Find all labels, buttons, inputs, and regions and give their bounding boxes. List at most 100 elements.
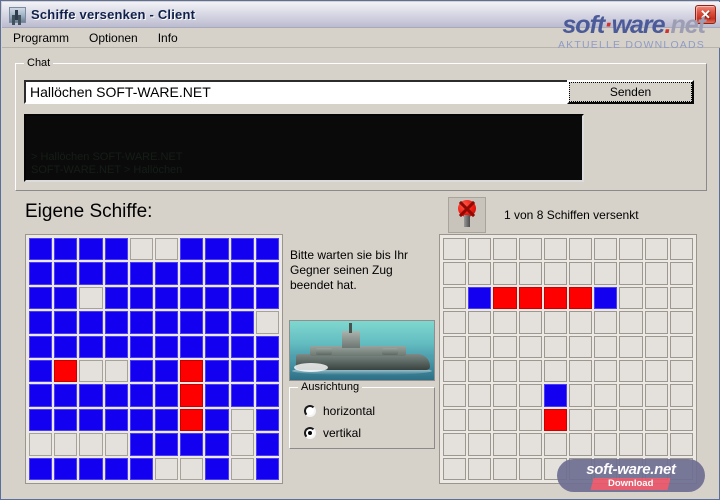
radio-vertikal[interactable]: vertikal <box>304 426 361 440</box>
sea-mine-button[interactable] <box>448 197 486 233</box>
enemy-cell-r4c8[interactable] <box>619 311 643 334</box>
radio-horizontal[interactable]: horizontal <box>304 404 375 418</box>
enemy-cell-r5c7[interactable] <box>594 335 618 358</box>
enemy-cell-r2c6[interactable] <box>569 262 593 285</box>
enemy-cell-r5c2[interactable] <box>468 335 492 358</box>
enemy-cell-r3c2[interactable] <box>468 286 492 310</box>
enemy-cell-r9c3[interactable] <box>493 433 517 456</box>
enemy-cell-r2c5[interactable] <box>543 262 567 285</box>
enemy-cell-r9c1[interactable] <box>443 433 467 456</box>
enemy-cell-r6c6[interactable] <box>569 359 593 383</box>
enemy-cell-r8c5[interactable] <box>543 408 567 432</box>
enemy-cell-r3c10[interactable] <box>669 286 693 310</box>
enemy-cell-r3c1[interactable] <box>443 286 467 310</box>
enemy-cell-r8c10[interactable] <box>669 408 693 432</box>
enemy-cell-r7c1[interactable] <box>443 384 467 407</box>
enemy-cell-r6c9[interactable] <box>644 359 668 383</box>
enemy-cell-r8c3[interactable] <box>493 408 517 432</box>
enemy-cell-r4c5[interactable] <box>543 311 567 334</box>
menu-item-info[interactable]: Info <box>149 29 187 47</box>
chat-input[interactable] <box>24 80 584 104</box>
enemy-cell-r4c10[interactable] <box>669 311 693 334</box>
enemy-cell-r2c2[interactable] <box>468 262 492 285</box>
enemy-cell-r2c4[interactable] <box>518 262 542 285</box>
enemy-cell-r4c1[interactable] <box>443 311 467 334</box>
send-button[interactable]: Senden <box>567 80 694 104</box>
close-button[interactable]: ✕ <box>695 5 716 24</box>
enemy-cell-r7c10[interactable] <box>669 384 693 407</box>
enemy-cell-r1c4[interactable] <box>518 238 542 261</box>
enemy-cell-r3c7[interactable] <box>594 286 618 310</box>
enemy-cell-r10c3[interactable] <box>493 457 517 480</box>
enemy-cell-r7c4[interactable] <box>518 384 542 407</box>
enemy-cell-r3c4[interactable] <box>518 286 542 310</box>
enemy-cell-r4c4[interactable] <box>518 311 542 334</box>
enemy-cell-r3c9[interactable] <box>644 286 668 310</box>
enemy-cell-r8c1[interactable] <box>443 408 467 432</box>
enemy-cell-r5c3[interactable] <box>493 335 517 358</box>
enemy-cell-r6c5[interactable] <box>543 359 567 383</box>
enemy-cell-r1c3[interactable] <box>493 238 517 261</box>
enemy-cell-r10c4[interactable] <box>518 457 542 480</box>
enemy-cell-r8c4[interactable] <box>518 408 542 432</box>
enemy-cell-r1c7[interactable] <box>594 238 618 261</box>
enemy-cell-r6c3[interactable] <box>493 359 517 383</box>
enemy-cell-r7c6[interactable] <box>569 384 593 407</box>
enemy-cell-r2c9[interactable] <box>644 262 668 285</box>
enemy-cell-r1c1[interactable] <box>443 238 467 261</box>
enemy-cell-r6c2[interactable] <box>468 359 492 383</box>
enemy-cell-r5c5[interactable] <box>543 335 567 358</box>
enemy-cell-r9c9[interactable] <box>644 433 668 456</box>
enemy-cell-r7c9[interactable] <box>644 384 668 407</box>
own-board[interactable] <box>25 234 283 484</box>
enemy-cell-r7c8[interactable] <box>619 384 643 407</box>
enemy-cell-r9c4[interactable] <box>518 433 542 456</box>
enemy-cell-r1c8[interactable] <box>619 238 643 261</box>
enemy-cell-r1c9[interactable] <box>644 238 668 261</box>
enemy-cell-r5c9[interactable] <box>644 335 668 358</box>
enemy-cell-r7c3[interactable] <box>493 384 517 407</box>
enemy-cell-r3c5[interactable] <box>543 286 567 310</box>
enemy-cell-r2c7[interactable] <box>594 262 618 285</box>
enemy-board[interactable] <box>439 234 697 484</box>
enemy-cell-r1c6[interactable] <box>569 238 593 261</box>
enemy-cell-r2c3[interactable] <box>493 262 517 285</box>
enemy-cell-r5c1[interactable] <box>443 335 467 358</box>
enemy-cell-r7c5[interactable] <box>543 384 567 407</box>
enemy-cell-r8c9[interactable] <box>644 408 668 432</box>
enemy-cell-r5c4[interactable] <box>518 335 542 358</box>
enemy-cell-r5c6[interactable] <box>569 335 593 358</box>
enemy-cell-r1c5[interactable] <box>543 238 567 261</box>
enemy-cell-r8c6[interactable] <box>569 408 593 432</box>
enemy-cell-r6c1[interactable] <box>443 359 467 383</box>
enemy-cell-r5c10[interactable] <box>669 335 693 358</box>
enemy-cell-r4c6[interactable] <box>569 311 593 334</box>
enemy-cell-r9c8[interactable] <box>619 433 643 456</box>
enemy-cell-r6c8[interactable] <box>619 359 643 383</box>
enemy-cell-r8c2[interactable] <box>468 408 492 432</box>
chat-log[interactable]: > Hallöchen SOFT-WARE.NET SOFT-WARE.NET … <box>24 114 584 182</box>
enemy-cell-r9c2[interactable] <box>468 433 492 456</box>
enemy-cell-r9c5[interactable] <box>543 433 567 456</box>
enemy-cell-r4c2[interactable] <box>468 311 492 334</box>
enemy-cell-r9c7[interactable] <box>594 433 618 456</box>
enemy-cell-r2c10[interactable] <box>669 262 693 285</box>
enemy-cell-r4c9[interactable] <box>644 311 668 334</box>
menu-item-programm[interactable]: Programm <box>4 29 78 47</box>
enemy-cell-r6c7[interactable] <box>594 359 618 383</box>
enemy-cell-r10c2[interactable] <box>468 457 492 480</box>
enemy-cell-r2c8[interactable] <box>619 262 643 285</box>
menu-item-optionen[interactable]: Optionen <box>80 29 147 47</box>
enemy-cell-r2c1[interactable] <box>443 262 467 285</box>
enemy-cell-r4c7[interactable] <box>594 311 618 334</box>
enemy-cell-r6c10[interactable] <box>669 359 693 383</box>
enemy-cell-r8c8[interactable] <box>619 408 643 432</box>
enemy-cell-r7c2[interactable] <box>468 384 492 407</box>
enemy-cell-r3c8[interactable] <box>619 286 643 310</box>
enemy-cell-r6c4[interactable] <box>518 359 542 383</box>
enemy-cell-r7c7[interactable] <box>594 384 618 407</box>
enemy-cell-r10c1[interactable] <box>443 457 467 480</box>
enemy-cell-r3c6[interactable] <box>569 286 593 310</box>
enemy-cell-r9c10[interactable] <box>669 433 693 456</box>
enemy-cell-r4c3[interactable] <box>493 311 517 334</box>
